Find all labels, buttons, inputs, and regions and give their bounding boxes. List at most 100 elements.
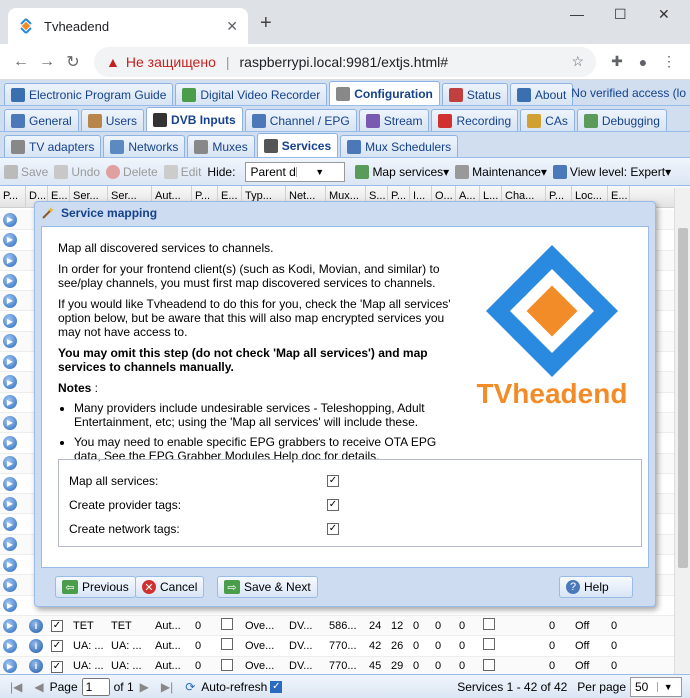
play-icon[interactable]: ▶ [3,253,17,268]
scrollbar-thumb[interactable] [678,228,688,568]
tab-stream[interactable]: Stream [358,109,430,131]
play-icon[interactable]: ▶ [3,618,17,633]
tab-dvb-inputs[interactable]: DVB Inputs [146,107,243,131]
maintenance-button[interactable]: Maintenance ▾ [455,164,547,179]
close-tab-icon[interactable]: ✕ [226,18,238,35]
view-level-button[interactable]: View level: Expert ▾ [552,164,671,179]
map-all-services-checkbox[interactable]: ✓ [327,475,339,487]
tab-cas[interactable]: CAs [520,109,575,131]
play-icon[interactable]: ▶ [3,354,17,369]
tab-electronic-program-guide[interactable]: Electronic Program Guide [4,83,174,105]
delete-button[interactable]: Delete [106,164,158,179]
page-input[interactable] [81,677,110,696]
enabled-checkbox[interactable]: ✓ [51,660,63,673]
table-row[interactable]: ▶ i ✓ UA: ... UA: ... Aut... 0 Ove... DV... 770..… [0,636,674,657]
address-input[interactable]: ▲ Не защищено | raspberrypi.local:9981/e… [94,46,596,77]
local-checkbox[interactable] [483,638,495,651]
close-window-icon[interactable]: ✕ [658,6,670,23]
play-icon[interactable]: ▶ [3,659,17,674]
tab-networks[interactable]: Networks [103,135,186,157]
play-icon[interactable]: ▶ [3,232,17,247]
tab-recording[interactable]: Recording [431,109,519,131]
tab-debugging[interactable]: Debugging [576,109,667,131]
new-tab-button[interactable]: + [260,12,272,35]
dialog-title: Service mapping [61,206,158,220]
play-icon[interactable]: ▶ [3,598,17,613]
tab-configuration[interactable]: Configuration [329,81,440,105]
local-checkbox[interactable] [483,618,495,631]
browser-tabbar: Tvheadend ✕ + — ☐ ✕ [0,0,690,44]
local-checkbox[interactable] [483,658,495,671]
menu-kebab-icon[interactable]: ⋮ [656,53,682,70]
play-icon[interactable]: ▶ [3,435,17,450]
tab-label: Channel / EPG [269,113,350,128]
play-icon[interactable]: ▶ [3,577,17,592]
tab-muxes[interactable]: Muxes [187,135,255,157]
tab-channel-epg[interactable]: Channel / EPG [244,109,357,131]
play-icon[interactable]: ▶ [3,212,17,227]
help-button[interactable]: ? Help [559,576,633,598]
profile-avatar-icon[interactable]: ● [630,54,656,70]
play-icon[interactable]: ▶ [3,395,17,410]
enabled-checkbox[interactable]: ✓ [51,640,63,653]
first-page-icon[interactable]: |◀ [10,680,22,694]
previous-button[interactable]: ⇦ Previous [55,576,136,598]
play-icon[interactable]: ▶ [3,537,17,552]
tab-digital-video-recorder[interactable]: Digital Video Recorder [175,83,328,105]
play-icon[interactable]: ▶ [3,273,17,288]
play-icon[interactable]: ▶ [3,314,17,329]
minimize-icon[interactable]: — [570,6,584,22]
encrypted-checkbox[interactable] [221,658,233,671]
create-provider-tags-checkbox[interactable]: ✓ [327,499,339,511]
browser-tab[interactable]: Tvheadend ✕ [8,8,248,44]
map-services-button[interactable]: Map services ▾ [355,164,449,179]
play-icon[interactable]: ▶ [3,557,17,572]
play-icon[interactable]: ▶ [3,334,17,349]
tab-label: Services [281,138,332,153]
info-icon[interactable]: i [29,638,43,653]
play-icon[interactable]: ▶ [3,496,17,511]
play-icon[interactable]: ▶ [3,476,17,491]
column-header[interactable]: P... [0,186,26,207]
last-page-icon[interactable]: ▶| [161,680,173,694]
cancel-button[interactable]: ✕ Cancel [135,576,205,598]
reload-icon[interactable]: ↻ [60,52,86,72]
refresh-icon[interactable]: ⟳ [185,680,195,694]
bookmark-star-icon[interactable]: ☆ [571,53,584,70]
play-icon[interactable]: ▶ [3,293,17,308]
table-cell: 586... [329,619,357,632]
play-icon[interactable]: ▶ [3,375,17,390]
per-page-select[interactable]: 50 ▼ [630,676,682,697]
play-icon[interactable]: ▶ [3,638,17,653]
tab-users[interactable]: Users [80,109,145,131]
info-icon[interactable]: i [29,618,43,633]
grid-scrollbar[interactable] [674,188,690,674]
forward-icon[interactable]: → [34,53,60,71]
play-icon[interactable]: ▶ [3,456,17,471]
play-icon[interactable]: ▶ [3,415,17,430]
tab-mux-schedulers[interactable]: Mux Schedulers [340,135,459,157]
info-icon[interactable]: i [29,659,43,674]
tab-general[interactable]: General [4,109,79,131]
edit-button[interactable]: Edit [163,164,201,179]
next-page-icon[interactable]: ▶ [140,680,149,694]
tab-services[interactable]: Services [256,133,339,157]
tab-about[interactable]: About [509,83,574,105]
prev-page-icon[interactable]: ◀ [34,680,43,694]
enabled-checkbox[interactable]: ✓ [51,620,63,633]
play-icon[interactable]: ▶ [3,517,17,532]
undo-button[interactable]: Undo [54,164,100,179]
encrypted-checkbox[interactable] [221,618,233,631]
tab-status[interactable]: Status [441,83,508,105]
tab-tv-adapters[interactable]: TV adapters [4,135,102,157]
encrypted-checkbox[interactable] [221,638,233,651]
create-network-tags-checkbox[interactable]: ✓ [327,523,339,535]
save-next-button[interactable]: ⇨ Save & Next [217,576,318,598]
auto-refresh-checkbox[interactable]: ✓ [270,680,283,693]
save-button[interactable]: Save [4,164,48,179]
maximize-icon[interactable]: ☐ [614,6,627,23]
table-row[interactable]: ▶ i ✓ TET TET Aut... 0 Ove... DV... 586... 24 12 0 0 0… [0,615,674,637]
extensions-icon[interactable]: ✚ [604,53,630,70]
hide-select[interactable]: Parent disabled▼ [245,161,346,182]
back-icon[interactable]: ← [8,53,34,71]
